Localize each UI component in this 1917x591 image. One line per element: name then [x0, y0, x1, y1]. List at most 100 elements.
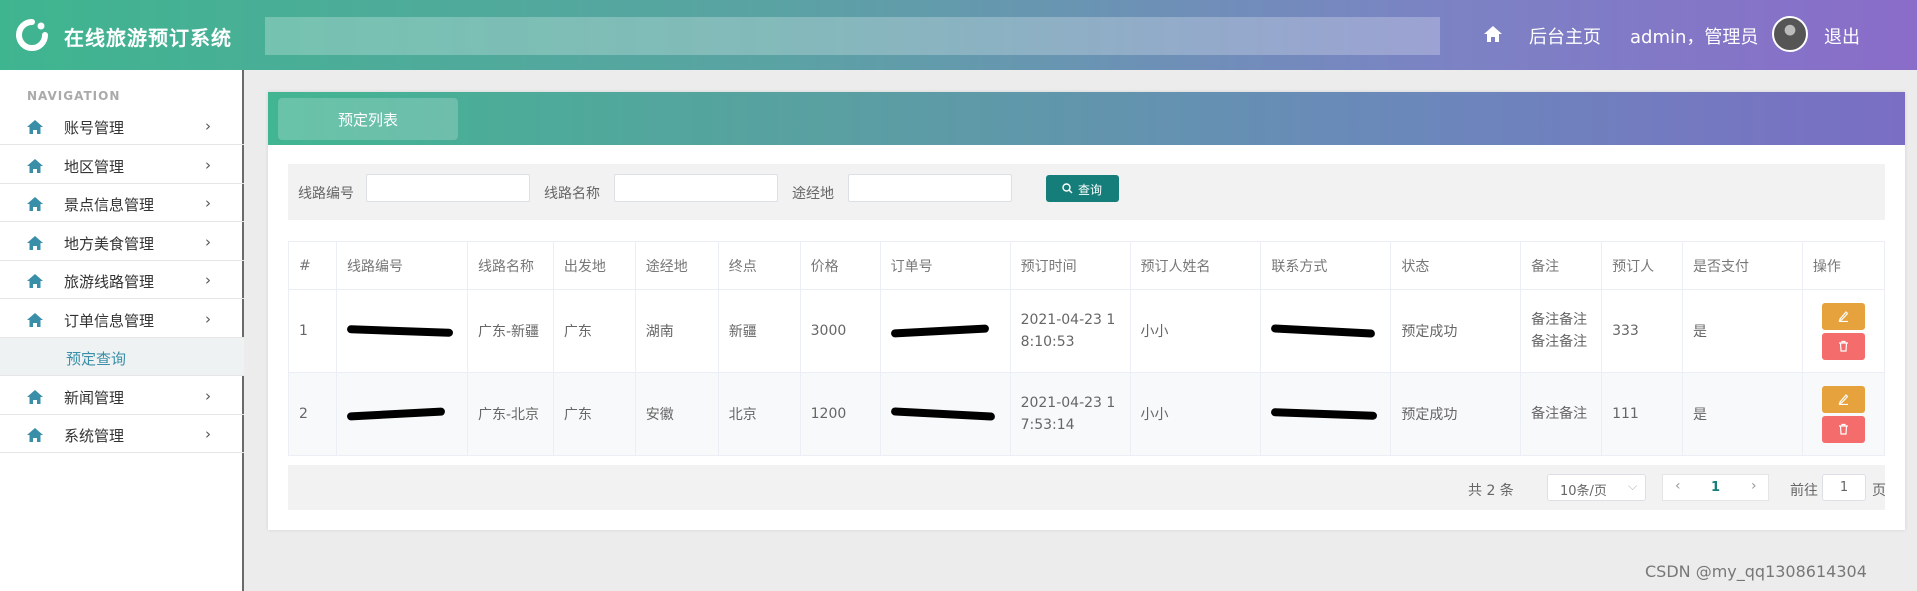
total-count: 共 2 条	[1468, 483, 1514, 499]
sidebar-item-4[interactable]: 旅游线路管理 ›	[0, 261, 244, 299]
redaction-mark	[346, 407, 446, 421]
goto-page-input[interactable]: 1	[1822, 474, 1866, 501]
booker-cell: 333	[1601, 289, 1684, 373]
time-line: 7:53:14	[1020, 417, 1075, 433]
top-bar: 在线旅游预订系统 后台主页 admin，管理员 退出	[0, 0, 1917, 70]
column-header: 线路名称	[466, 241, 554, 290]
sidebar-subitem-booking-query[interactable]: 预定查询	[0, 338, 244, 376]
search-button[interactable]: 查询	[1046, 175, 1119, 202]
booker-name-cell: 小小	[1129, 289, 1262, 373]
row-index: 2	[288, 372, 337, 456]
price-cell: 1200	[799, 372, 881, 456]
via-input[interactable]	[848, 174, 1012, 202]
sidebar-item-label: 新闻管理	[64, 388, 125, 407]
search-button-label: 查询	[1078, 183, 1103, 197]
sidebar-item-6[interactable]: 新闻管理 ›	[0, 377, 244, 415]
home-icon[interactable]	[1483, 24, 1503, 44]
column-header: 线路编号	[335, 241, 468, 290]
redaction-mark	[890, 407, 995, 421]
column-header: 预订人	[1601, 241, 1684, 290]
current-page[interactable]: 1	[1711, 480, 1720, 495]
watermark: CSDN @my_qq1308614304	[1645, 562, 1867, 581]
page-size-select[interactable]: 10条/页 ⌵	[1547, 474, 1646, 501]
booker-name-cell: 小小	[1129, 372, 1262, 456]
route-no-cell	[335, 372, 468, 456]
edit-button[interactable]	[1821, 385, 1865, 413]
home-icon	[27, 312, 43, 327]
status-cell: 预定成功	[1390, 372, 1522, 456]
paid-cell: 是	[1682, 372, 1803, 456]
sidebar-item-label: 地区管理	[64, 157, 125, 176]
top-search-bar[interactable]	[265, 17, 1440, 55]
paid-cell: 是	[1682, 289, 1803, 373]
chevron-down-icon: ⌵	[1628, 479, 1638, 493]
sidebar-item-7[interactable]: 系统管理 ›	[0, 415, 244, 453]
avatar[interactable]	[1772, 16, 1808, 52]
chevron-right-icon: ›	[205, 271, 211, 289]
tab-booking-list[interactable]: 预定列表	[278, 98, 458, 140]
redaction-mark	[1271, 408, 1378, 420]
sidebar-item-5[interactable]: 订单信息管理 ›	[0, 300, 244, 338]
sidebar-item-3[interactable]: 地方美食管理 ›	[0, 223, 244, 261]
sidebar-item-2[interactable]: 景点信息管理 ›	[0, 184, 244, 222]
chevron-right-icon: ›	[205, 232, 211, 251]
chevron-right-icon: ›	[205, 425, 211, 443]
column-header: 价格	[799, 241, 881, 290]
column-header: 备注	[1520, 241, 1603, 290]
page-nav: ‹ 1 ›	[1662, 474, 1769, 501]
panel-header: 预定列表	[268, 92, 1905, 145]
order-no-cell	[879, 289, 1011, 373]
prev-page-icon[interactable]: ‹	[1675, 478, 1681, 494]
home-icon	[27, 235, 43, 250]
table-row: 1 广东-新疆 广东 湖南 新疆 3000 2021-04-23 1 8:10:53 小小 预定成…	[288, 289, 1886, 373]
actions-cell	[1801, 372, 1886, 456]
home-icon	[27, 389, 43, 404]
delete-button[interactable]	[1821, 415, 1865, 443]
route-no-input[interactable]	[366, 174, 530, 202]
edit-icon	[1838, 310, 1849, 322]
column-header: 出发地	[552, 241, 636, 290]
goto-label: 前往	[1790, 483, 1818, 499]
page-unit-label: 页	[1872, 483, 1886, 499]
via-label: 途经地	[792, 186, 834, 202]
column-header: 途经地	[634, 241, 719, 290]
edit-icon	[1838, 393, 1849, 405]
sidebar-item-label: 订单信息管理	[64, 311, 155, 330]
contact-cell	[1260, 289, 1392, 373]
chevron-right-icon: ›	[205, 309, 211, 328]
note-cell: 备注备注	[1520, 372, 1603, 456]
note-line: 备注备注	[1531, 406, 1588, 422]
order-no-cell	[879, 372, 1011, 456]
booker-cell: 111	[1601, 372, 1684, 456]
table-row: 2 广东-北京 广东 安徽 北京 1200 2021-04-23 1 7:53:14 小小 预定成…	[288, 372, 1886, 456]
home-icon	[27, 196, 43, 211]
depart-cell: 广东	[552, 289, 636, 373]
main-panel: 预定列表 线路编号 线路名称 途经地 查询 # 线路编号 线路名称 出发地 途经地 终点价…	[268, 92, 1905, 530]
chevron-right-icon: ›	[205, 386, 211, 405]
time-line: 8:10:53	[1020, 334, 1075, 350]
note-cell: 备注备注 备注备注	[1520, 289, 1603, 373]
price-cell: 3000	[799, 289, 881, 373]
delete-button[interactable]	[1821, 332, 1865, 360]
sidebar-item-0[interactable]: 账号管理 ›	[0, 107, 244, 145]
trash-icon	[1838, 340, 1848, 352]
next-page-icon[interactable]: ›	[1751, 478, 1757, 494]
column-header: 是否支付	[1682, 241, 1803, 290]
column-header: 终点	[717, 241, 801, 290]
sidebar: NAVIGATION 账号管理 › 地区管理 › 景点信息管理 › 地方美食管理 › 旅游线路管…	[0, 70, 244, 591]
route-name-input[interactable]	[614, 174, 778, 202]
redaction-mark	[346, 325, 454, 337]
column-header: #	[288, 241, 337, 290]
logout-link[interactable]: 退出	[1824, 23, 1860, 49]
sidebar-item-label: 地方美食管理	[64, 234, 155, 253]
booking-time-cell: 2021-04-23 1 8:10:53	[1009, 289, 1131, 373]
note-line: 备注备注	[1531, 334, 1588, 350]
sidebar-item-1[interactable]: 地区管理 ›	[0, 146, 244, 184]
sidebar-item-label: 景点信息管理	[64, 196, 155, 214]
home-link[interactable]: 后台主页	[1529, 23, 1601, 49]
redaction-mark	[890, 324, 989, 338]
home-icon	[27, 273, 43, 288]
chevron-right-icon: ›	[205, 117, 211, 135]
home-icon	[27, 119, 43, 134]
edit-button[interactable]	[1821, 302, 1865, 330]
